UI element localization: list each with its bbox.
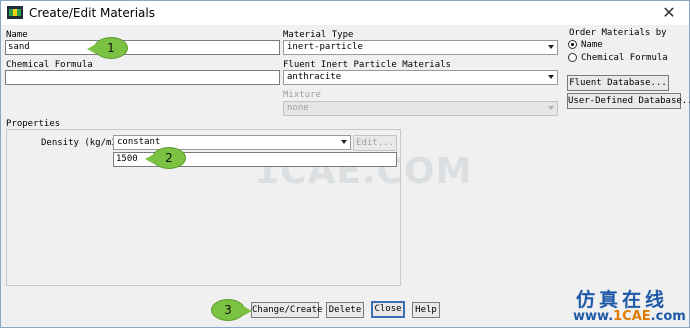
close-icon[interactable]: ✕ [655, 2, 683, 24]
brand-url: www.1CAE.com [573, 309, 686, 324]
callout-1: 1 [87, 37, 128, 59]
callout-2: 2 [145, 147, 186, 169]
chevron-down-icon [548, 45, 554, 49]
fluent-materials-value: anthracite [287, 72, 342, 82]
brand-url-prefix: www. [573, 309, 614, 324]
fluent-materials-dropdown[interactable]: anthracite [283, 70, 558, 85]
order-by-name-radio[interactable] [568, 40, 577, 49]
name-input[interactable]: sand [5, 40, 280, 55]
mixture-dropdown: none [283, 101, 558, 116]
fluent-database-button[interactable]: Fluent Database... [567, 75, 669, 91]
help-button[interactable]: Help [412, 302, 440, 318]
callout-3: 3 [211, 299, 252, 321]
brand-url-main: 1CAE [613, 309, 651, 324]
density-method-value: constant [117, 137, 161, 147]
order-materials-group: Order Materials by Name Chemical Formula [566, 25, 684, 67]
user-defined-database-button[interactable]: User-Defined Database... [567, 93, 690, 109]
mixture-label: Mixture [283, 90, 321, 100]
name-label: Name [6, 30, 28, 40]
fluent-app-icon [7, 6, 23, 19]
properties-label: Properties [6, 119, 61, 129]
order-by-name-label: Name [581, 40, 603, 50]
chemical-formula-label: Chemical Formula [6, 60, 93, 70]
window-title: Create/Edit Materials [29, 6, 155, 20]
chevron-down-icon [341, 140, 347, 144]
chevron-down-icon [548, 106, 554, 110]
fluent-materials-label: Fluent Inert Particle Materials [283, 60, 451, 70]
chevron-down-icon [548, 75, 554, 79]
order-by-formula-radio[interactable] [568, 53, 577, 62]
material-type-value: inert-particle [287, 42, 363, 52]
density-edit-button: Edit... [353, 135, 397, 151]
close-button[interactable]: Close [371, 301, 405, 318]
brand-url-suffix: .com [650, 309, 686, 324]
change-create-button[interactable]: Change/Create [251, 302, 322, 318]
material-type-label: Material Type [283, 30, 354, 40]
density-label: Density (kg/m3) [41, 138, 123, 148]
density-method-dropdown[interactable]: constant [113, 135, 351, 150]
delete-button[interactable]: Delete [326, 302, 364, 318]
brand-cn: 仿真在线 [576, 289, 669, 311]
mixture-value: none [287, 103, 309, 113]
chemical-formula-input[interactable] [5, 70, 280, 85]
material-type-dropdown[interactable]: inert-particle [283, 40, 558, 55]
order-materials-label: Order Materials by [569, 28, 667, 38]
order-by-formula-label: Chemical Formula [581, 53, 668, 63]
create-edit-materials-window: Create/Edit Materials ✕ 1CAE.COM Name sa… [0, 0, 690, 328]
title-bar: Create/Edit Materials ✕ [1, 1, 689, 25]
